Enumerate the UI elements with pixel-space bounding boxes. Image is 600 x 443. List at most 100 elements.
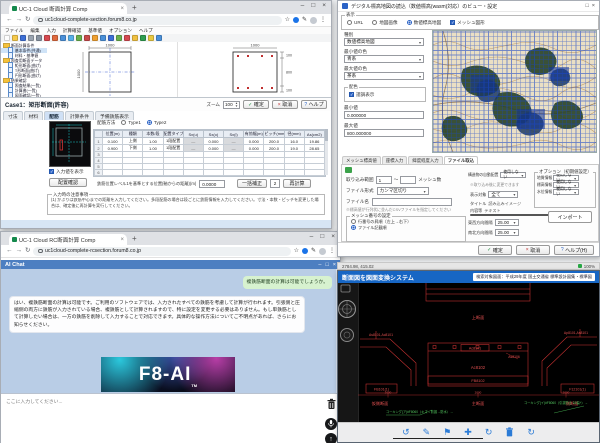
new-file-icon[interactable] xyxy=(4,35,10,41)
report-icon[interactable] xyxy=(108,35,114,41)
delete-chat-icon[interactable] xyxy=(326,397,337,415)
cancel-button[interactable]: ×取消 xyxy=(272,100,298,109)
table-row[interactable]: 7 xyxy=(95,176,325,178)
paste-icon[interactable] xyxy=(60,35,66,41)
input-mode-icon[interactable] xyxy=(84,35,90,41)
kind-select[interactable]: 数値標高地図▾ xyxy=(344,38,424,46)
move-icon[interactable]: ✚ xyxy=(464,428,472,437)
new-tab-button[interactable]: + xyxy=(132,3,137,12)
table-row[interactable]: 2 0.900下側 1.001段配置 —0.000 —0.000 200.019… xyxy=(95,145,325,152)
max-value-input[interactable]: 800.000000 xyxy=(344,129,424,137)
tab-material[interactable]: 材料 xyxy=(24,111,44,120)
menu-standard-values[interactable]: 基準値 xyxy=(88,28,102,34)
water-select[interactable]: 使用しない▾ xyxy=(553,189,579,195)
help-button[interactable]: ?ヘルプ xyxy=(301,100,327,109)
tab-calc-conditions[interactable]: 計算条件 xyxy=(65,111,94,120)
copy-icon[interactable] xyxy=(52,35,58,41)
result-view-icon[interactable] xyxy=(100,35,106,41)
table-scrollbar[interactable] xyxy=(325,129,328,175)
radio-file-order[interactable]: ファイル記載順 xyxy=(347,224,465,230)
help-lamp-icon[interactable] xyxy=(148,35,154,41)
gradation-checkbox[interactable]: 諧調表示 xyxy=(345,88,425,101)
batch-adjust-button[interactable]: 一括補正 xyxy=(237,179,267,188)
refresh-icon[interactable] xyxy=(140,35,146,41)
browser-tab[interactable]: UC-1 Cloud RC断面計算 Comp × xyxy=(9,234,127,245)
send-message-icon[interactable]: ↑ xyxy=(325,433,337,443)
browser-menu-icon[interactable]: ⋮ xyxy=(329,248,335,254)
dx-select[interactable]: 25.00▾ xyxy=(495,219,519,226)
section-preview-thumbnail[interactable] xyxy=(49,121,91,167)
window-maximize-icon[interactable]: □ xyxy=(320,233,324,240)
site-info-icon[interactable] xyxy=(38,249,43,254)
range-from-input[interactable]: 1 xyxy=(376,176,392,184)
tab-spare-rebar[interactable]: 予備鉄筋表示 xyxy=(95,111,134,120)
bookmark-star-icon[interactable]: ☆ xyxy=(285,17,290,23)
panel-close-icon[interactable]: × xyxy=(333,262,336,268)
chat-message-area[interactable]: 複鉄筋断面の計算は可能でしょうか。 はい、複鉄筋断面の計算は可能です。ご利用のソ… xyxy=(1,269,340,393)
zoom-stepper[interactable]: 100 ▲▼ xyxy=(223,101,240,109)
info-icon[interactable] xyxy=(156,35,162,41)
profile-avatar[interactable] xyxy=(319,248,326,255)
back-icon[interactable]: ← xyxy=(6,17,13,24)
pen-extension-icon[interactable]: ✎ xyxy=(302,17,307,23)
target-select[interactable]: 全て▾ xyxy=(488,191,518,198)
drawing-icon[interactable] xyxy=(116,35,122,41)
radio-map-image[interactable]: 地図画像 xyxy=(372,20,397,26)
panel-minimize-icon[interactable]: – xyxy=(318,262,321,268)
print-preview-icon[interactable] xyxy=(36,35,42,41)
recalc-button[interactable]: 再計算 xyxy=(283,179,311,188)
cad-canvas[interactable]: 上断面 Ac8101 Ac8102 As8106 FB8102 As8101,A… xyxy=(338,283,599,424)
window-minimize-icon[interactable]: – xyxy=(310,233,314,240)
radio-type2[interactable]: Type2 xyxy=(147,120,167,126)
chat-input[interactable] xyxy=(4,396,308,443)
window-close-icon[interactable]: × xyxy=(322,2,326,9)
mesh-figure-checkbox[interactable]: メッシュ図形 xyxy=(450,20,485,26)
menu-options[interactable]: オプション xyxy=(109,28,132,34)
redo-icon[interactable] xyxy=(76,35,82,41)
calc-run-icon[interactable] xyxy=(92,35,98,41)
profile-avatar[interactable] xyxy=(310,17,317,24)
open-file-icon[interactable] xyxy=(12,35,18,41)
format-select[interactable]: カンマ区切り▾ xyxy=(377,187,429,195)
undo-icon[interactable] xyxy=(68,35,74,41)
confirm-button[interactable]: ✓確定 xyxy=(478,245,512,255)
browser-tab[interactable]: UC-1 Cloud 断面計算 Comp × xyxy=(9,3,127,14)
trash-icon[interactable] xyxy=(505,424,514,442)
save-icon[interactable] xyxy=(20,35,26,41)
dialog-close-icon[interactable]: × xyxy=(592,3,595,9)
browser-menu-icon[interactable]: ⋮ xyxy=(320,17,326,23)
table-row[interactable]: 1 0.100上側 1.001段配置 —0.000 —0.000 200.016… xyxy=(95,138,325,145)
structure-select[interactable]: 使用しない▾ xyxy=(500,172,526,178)
pen-extension-icon[interactable]: ✎ xyxy=(311,248,316,254)
menu-help[interactable]: ヘルプ xyxy=(139,28,153,34)
count-stepper[interactable]: 2 xyxy=(270,179,280,188)
window-close-icon[interactable]: × xyxy=(331,233,335,240)
tab-close-icon[interactable]: × xyxy=(120,237,124,243)
min-color-select[interactable]: 青系▾ xyxy=(344,55,424,63)
confirm-button[interactable]: ✓確定 xyxy=(243,100,269,109)
menu-input[interactable]: 入力 xyxy=(47,28,56,34)
voice-input-icon[interactable] xyxy=(325,418,337,430)
topo-map-view[interactable] xyxy=(432,30,597,153)
address-bar[interactable]: uc1cloud-complete-section.forum8.co.jp xyxy=(33,16,281,25)
ai-chat-header[interactable]: AI Chat – □ × xyxy=(1,260,340,269)
redo-icon[interactable]: ↻ xyxy=(527,428,535,437)
radio-type1[interactable]: Type1 xyxy=(121,120,141,126)
site-info-icon[interactable] xyxy=(38,18,43,23)
forward-icon[interactable]: → xyxy=(16,248,23,255)
refresh-icon[interactable]: ↻ xyxy=(485,428,493,437)
window-maximize-icon[interactable]: □ xyxy=(311,2,315,9)
settings-icon[interactable] xyxy=(132,35,138,41)
import-button[interactable]: インポート xyxy=(548,211,592,223)
tab-rebar[interactable]: 配筋 xyxy=(44,111,64,120)
cad-titlebar[interactable]: 断面図を図面変換システム 検索対象図面：平成29年度 国土交通省 標準設計図集・… xyxy=(338,271,599,283)
dialog-maximize-icon[interactable]: □ xyxy=(585,3,588,9)
reload-icon[interactable]: ↻ xyxy=(25,17,30,24)
flag-icon[interactable]: ⚑ xyxy=(443,428,451,437)
menu-edit[interactable]: 編集 xyxy=(30,28,39,34)
range-to-input[interactable] xyxy=(400,176,416,184)
max-color-select[interactable]: 茶系▾ xyxy=(344,72,424,80)
offset-input[interactable]: 0.0000 xyxy=(199,180,225,188)
cut-icon[interactable] xyxy=(44,35,50,41)
print-icon[interactable] xyxy=(28,35,34,41)
